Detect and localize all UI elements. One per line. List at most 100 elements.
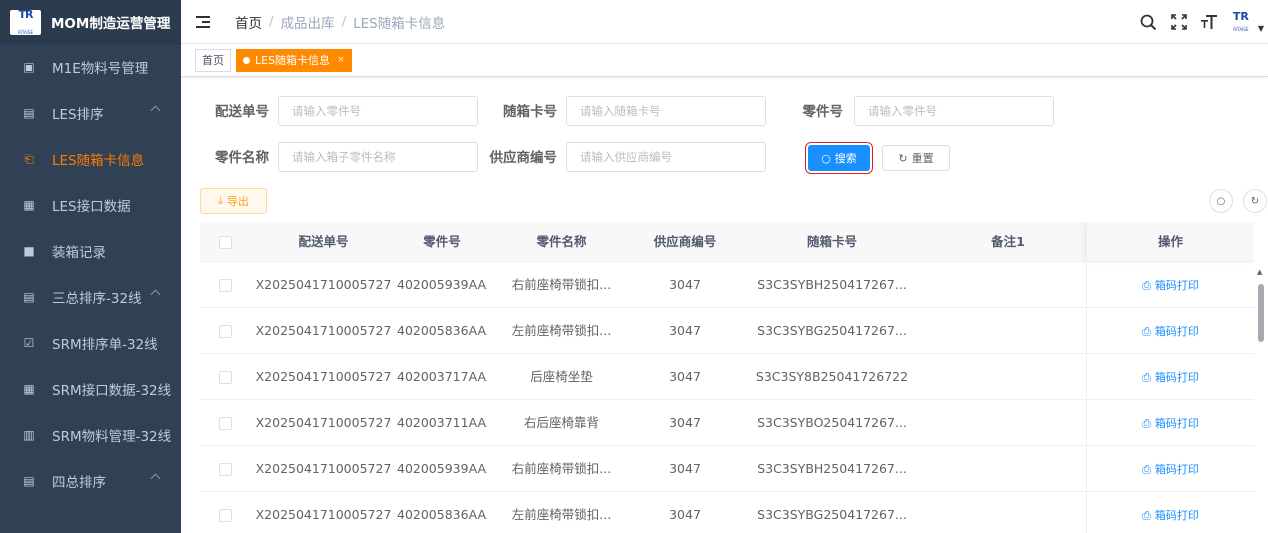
cell-note bbox=[930, 262, 1086, 308]
breadcrumb-separator: / bbox=[341, 13, 347, 30]
sidebar-item-6[interactable]: ☑ SRM排序单-32线 bbox=[0, 320, 181, 366]
print-box-code-label: 箱码打印 bbox=[1154, 279, 1199, 292]
cell-part-name: 右前座椅带锁扣... bbox=[511, 461, 612, 476]
scroll-up-icon[interactable]: ▲ bbox=[1257, 268, 1262, 276]
printer-icon: ⎙ bbox=[1142, 279, 1151, 292]
table-row: X2025041710005727 402003711AAABK 右后座椅靠背 304… bbox=[200, 400, 1254, 446]
close-icon[interactable]: × bbox=[337, 50, 345, 71]
toggle-search-icon[interactable]: ○ bbox=[1209, 189, 1233, 213]
list-icon: ▤ bbox=[23, 290, 35, 304]
part-name-input[interactable] bbox=[278, 142, 478, 172]
tag-active-dot-icon bbox=[243, 57, 250, 64]
cell-part-no: 402003717AAABK bbox=[397, 369, 487, 384]
cell-actions: ⎙ 箱码打印 bbox=[1086, 354, 1254, 400]
part-no-input[interactable] bbox=[854, 96, 1054, 126]
print-box-code-button[interactable]: ⎙ 箱码打印 bbox=[1142, 417, 1199, 430]
row-checkbox[interactable] bbox=[200, 354, 250, 400]
sidebar-item-2[interactable]: ⎗ LES随箱卡信息 bbox=[0, 136, 181, 182]
sidebar-item-label: 四总排序 bbox=[52, 475, 106, 491]
top-header: 首页 / 成品出库 / LES随箱卡信息 TR RITAISE ▼ bbox=[181, 0, 1268, 44]
sidebar-item-4[interactable]: ■ 装箱记录 bbox=[0, 228, 181, 274]
part-name-label: 零件名称 bbox=[215, 150, 269, 166]
card-icon: ⎗ bbox=[24, 151, 34, 166]
sidebar-item-label: SRM物料管理-32线 bbox=[52, 429, 172, 445]
print-box-code-button[interactable]: ⎙ 箱码打印 bbox=[1142, 463, 1199, 476]
cell-actions: ⎙ 箱码打印 bbox=[1086, 492, 1254, 533]
table-row: X2025041710005727 402005836AAABK 左前座椅带锁扣..… bbox=[200, 492, 1254, 533]
scrollbar-thumb[interactable] bbox=[1258, 284, 1264, 342]
user-avatar[interactable]: TR RITAISE bbox=[1226, 11, 1256, 32]
avatar-logo-text: TR bbox=[1232, 11, 1249, 27]
print-box-code-button[interactable]: ⎙ 箱码打印 bbox=[1142, 371, 1199, 384]
cell-part-no: 402005939AAABK bbox=[397, 461, 487, 476]
column-header-note: 备注1 bbox=[991, 234, 1025, 249]
row-checkbox[interactable] bbox=[200, 492, 250, 533]
cell-delivery-no: X2025041710005727 bbox=[255, 507, 392, 522]
export-button[interactable]: ⤓ 导出 bbox=[200, 188, 267, 214]
row-checkbox[interactable] bbox=[200, 446, 250, 492]
row-checkbox[interactable] bbox=[200, 308, 250, 354]
sidebar-item-label: LES接口数据 bbox=[52, 199, 131, 215]
cell-actions: ⎙ 箱码打印 bbox=[1086, 262, 1254, 308]
reset-button[interactable]: ↻ 重置 bbox=[882, 145, 950, 171]
table-scrollbar[interactable]: ▲ bbox=[1256, 262, 1266, 533]
supplier-no-input[interactable] bbox=[566, 142, 766, 172]
table-header: 配送单号 零件号 零件名称 供应商编号 随箱卡号 备注1 操作 bbox=[200, 222, 1254, 262]
sidebar-item-7[interactable]: ▦ SRM接口数据-32线 bbox=[0, 366, 181, 412]
caret-down-icon[interactable]: ▼ bbox=[1258, 24, 1264, 33]
grid-icon: ▦ bbox=[23, 382, 35, 396]
print-box-code-label: 箱码打印 bbox=[1154, 463, 1199, 476]
cell-supplier-no: 3047 bbox=[669, 507, 701, 522]
sidebar-item-1[interactable]: ▤ LES排序 bbox=[0, 90, 181, 136]
column-header-part-name: 零件名称 bbox=[536, 234, 587, 249]
cell-supplier-no: 3047 bbox=[669, 461, 701, 476]
fullscreen-icon[interactable] bbox=[1164, 7, 1194, 37]
cell-note bbox=[930, 354, 1086, 400]
print-box-code-button[interactable]: ⎙ 箱码打印 bbox=[1142, 279, 1199, 292]
export-button-label: 导出 bbox=[226, 196, 249, 208]
font-size-icon[interactable] bbox=[1194, 7, 1224, 37]
chevron-up-icon bbox=[150, 105, 161, 116]
column-header-actions: 操作 bbox=[1086, 222, 1254, 262]
sidebar-item-3[interactable]: ▦ LES接口数据 bbox=[0, 182, 181, 228]
cell-supplier-no: 3047 bbox=[669, 369, 701, 384]
print-box-code-button[interactable]: ⎙ 箱码打印 bbox=[1142, 325, 1199, 338]
brand: TR RITAISE MOM制造运营管理 bbox=[0, 0, 181, 44]
hamburger-menu-icon[interactable] bbox=[196, 15, 210, 28]
company-logo: TR RITAISE bbox=[10, 9, 41, 35]
sidebar-item-9[interactable]: ▤ 四总排序 bbox=[0, 458, 181, 504]
tag-les-card-info[interactable]: LES随箱卡信息 × bbox=[236, 49, 352, 72]
printer-icon: ⎙ bbox=[1142, 371, 1151, 384]
select-all-checkbox[interactable] bbox=[200, 222, 250, 262]
column-header-part-no: 零件号 bbox=[423, 234, 461, 249]
cell-actions: ⎙ 箱码打印 bbox=[1086, 400, 1254, 446]
breadcrumb-home[interactable]: 首页 bbox=[235, 12, 262, 32]
search-button[interactable]: ○ 搜索 bbox=[805, 142, 873, 174]
app-title: MOM制造运营管理 bbox=[51, 16, 171, 32]
chevron-up-icon bbox=[150, 289, 161, 300]
printer-icon: ⎙ bbox=[1142, 463, 1151, 476]
tag-home[interactable]: 首页 bbox=[195, 49, 231, 72]
sidebar-item-5[interactable]: ▤ 三总排序-32线 bbox=[0, 274, 181, 320]
sidebar-item-8[interactable]: ▥ SRM物料管理-32线 bbox=[0, 412, 181, 458]
cell-part-no: 402005836AAABK bbox=[397, 323, 487, 338]
sidebar-item-0[interactable]: ▣ M1E物料号管理 bbox=[0, 44, 181, 90]
refresh-icon[interactable]: ↻ bbox=[1243, 189, 1267, 213]
download-icon: ⤓ bbox=[218, 194, 223, 207]
print-box-code-button[interactable]: ⎙ 箱码打印 bbox=[1142, 509, 1199, 522]
search-icon[interactable] bbox=[1134, 7, 1164, 37]
card-no-input[interactable] bbox=[566, 96, 766, 126]
row-checkbox[interactable] bbox=[200, 400, 250, 446]
table-toolbar: ⤓ 导出 ○ ↻ bbox=[181, 186, 1268, 214]
card-no-label: 随箱卡号 bbox=[503, 104, 557, 120]
printer-icon: ⎙ bbox=[1142, 325, 1151, 338]
print-box-code-label: 箱码打印 bbox=[1154, 371, 1199, 384]
row-checkbox[interactable] bbox=[200, 262, 250, 308]
cell-card-no: S3C3SYBH250417267... bbox=[757, 277, 907, 292]
delivery-no-input[interactable] bbox=[278, 96, 478, 126]
cell-supplier-no: 3047 bbox=[669, 323, 701, 338]
cell-card-no: S3C3SYBG250417267... bbox=[757, 507, 907, 522]
device-icon: ▣ bbox=[23, 60, 35, 74]
refresh-icon: ↻ bbox=[898, 151, 908, 165]
list-icon: ▤ bbox=[23, 474, 35, 488]
